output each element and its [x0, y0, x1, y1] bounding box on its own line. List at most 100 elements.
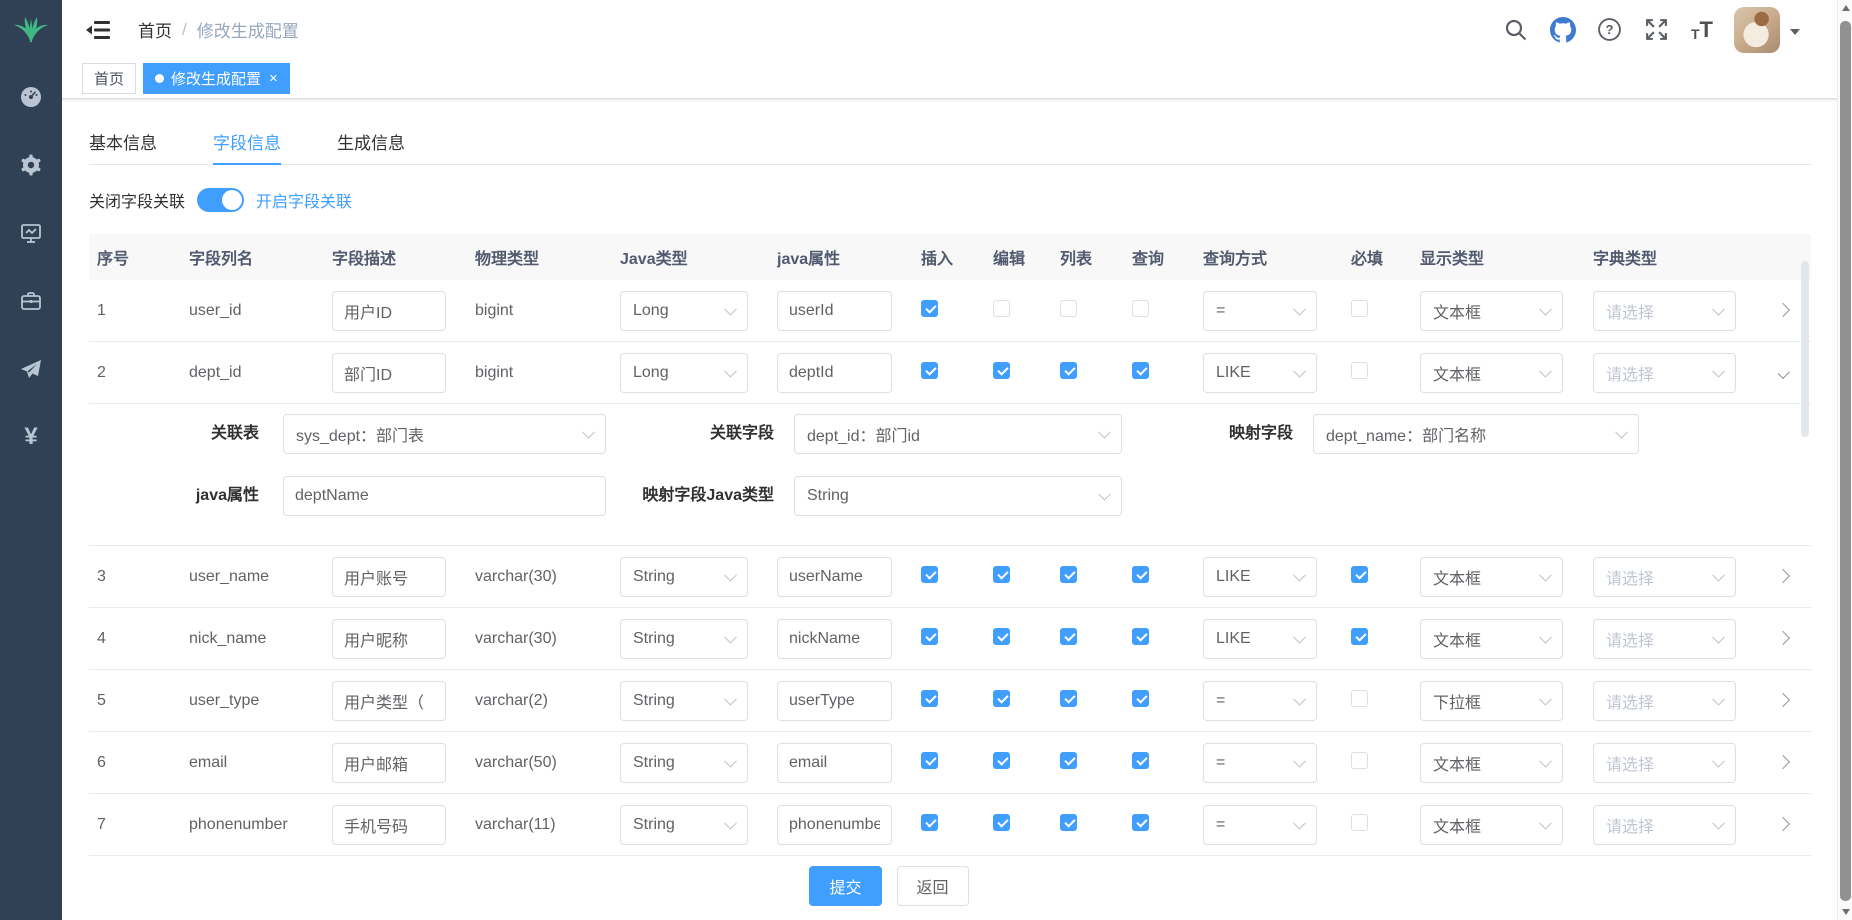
expand-icon[interactable] [1778, 364, 1790, 378]
expand-icon[interactable] [1778, 754, 1790, 768]
scrollbar-thumb[interactable] [1840, 21, 1851, 901]
query-type-select[interactable]: = [1203, 743, 1317, 783]
edit-checkbox[interactable] [993, 814, 1010, 831]
java-field-input[interactable] [777, 805, 892, 845]
java-field-input[interactable] [777, 291, 892, 331]
html-type-select[interactable]: 文本框 [1420, 353, 1563, 393]
sidebar-item-job[interactable] [18, 357, 44, 381]
field-desc-input[interactable] [332, 743, 446, 783]
required-checkbox[interactable] [1351, 690, 1368, 707]
html-type-select[interactable]: 文本框 [1420, 743, 1563, 783]
java-field-input[interactable] [777, 557, 892, 597]
expand-icon[interactable] [1778, 568, 1790, 582]
edit-checkbox[interactable] [993, 752, 1010, 769]
field-desc-input[interactable] [332, 557, 446, 597]
html-type-select[interactable]: 文本框 [1420, 805, 1563, 845]
window-scrollbar[interactable] [1837, 0, 1852, 920]
required-checkbox[interactable] [1351, 566, 1368, 583]
java-type-select[interactable]: String [620, 805, 748, 845]
list-checkbox[interactable] [1060, 300, 1077, 317]
list-checkbox[interactable] [1060, 814, 1077, 831]
query-type-select[interactable]: = [1203, 681, 1317, 721]
insert-checkbox[interactable] [921, 814, 938, 831]
insert-checkbox[interactable] [921, 628, 938, 645]
query-type-select[interactable]: LIKE [1203, 619, 1317, 659]
html-type-select[interactable]: 文本框 [1420, 291, 1563, 331]
java-field-input[interactable] [777, 353, 892, 393]
query-checkbox[interactable] [1132, 752, 1149, 769]
required-checkbox[interactable] [1351, 628, 1368, 645]
field-desc-input[interactable] [332, 681, 446, 721]
field-desc-input[interactable] [332, 353, 446, 393]
sidebar-item-monitor[interactable] [18, 221, 44, 245]
sidebar-item-tool[interactable] [18, 289, 44, 313]
java-type-select[interactable]: String [620, 557, 748, 597]
edit-checkbox[interactable] [993, 362, 1010, 379]
edit-checkbox[interactable] [993, 566, 1010, 583]
map-java-type-select[interactable]: String [794, 476, 1122, 516]
field-desc-input[interactable] [332, 291, 446, 331]
sidebar-item-pay[interactable]: ¥ [18, 425, 44, 449]
dict-type-select[interactable]: 请选择 [1593, 291, 1736, 331]
expand-icon[interactable] [1778, 630, 1790, 644]
avatar[interactable] [1734, 7, 1780, 53]
dict-type-select[interactable]: 请选择 [1593, 743, 1736, 783]
breadcrumb-home[interactable]: 首页 [138, 17, 172, 42]
query-checkbox[interactable] [1132, 362, 1149, 379]
dict-type-select[interactable]: 请选择 [1593, 805, 1736, 845]
query-type-select[interactable]: LIKE [1203, 557, 1317, 597]
java-type-select[interactable]: Long [620, 291, 748, 331]
table-scrollbar-thumb[interactable] [1801, 261, 1809, 437]
tag-active[interactable]: 修改生成配置× [143, 63, 290, 94]
java-field-input[interactable] [777, 743, 892, 783]
insert-checkbox[interactable] [921, 566, 938, 583]
sidebar-fold-button[interactable] [86, 19, 112, 41]
assoc-field-select[interactable]: dept_id：部门id [794, 414, 1122, 454]
query-checkbox[interactable] [1132, 690, 1149, 707]
search-button[interactable] [1503, 17, 1529, 43]
java-field-input[interactable] [777, 681, 892, 721]
map-field-select[interactable]: dept_name：部门名称 [1313, 414, 1639, 454]
query-type-select[interactable]: = [1203, 291, 1317, 331]
sidebar-item-dashboard[interactable] [18, 85, 44, 109]
user-menu[interactable] [1734, 7, 1800, 53]
required-checkbox[interactable] [1351, 300, 1368, 317]
expand-icon[interactable] [1778, 692, 1790, 706]
java-field-input[interactable] [777, 619, 892, 659]
required-checkbox[interactable] [1351, 752, 1368, 769]
required-checkbox[interactable] [1351, 362, 1368, 379]
edit-checkbox[interactable] [993, 628, 1010, 645]
list-checkbox[interactable] [1060, 690, 1077, 707]
html-type-select[interactable]: 下拉框 [1420, 681, 1563, 721]
app-logo[interactable] [0, 0, 62, 59]
scrollbar-up-arrow[interactable] [1838, 0, 1852, 16]
list-checkbox[interactable] [1060, 566, 1077, 583]
sidebar-item-system[interactable] [18, 153, 44, 177]
dict-type-select[interactable]: 请选择 [1593, 557, 1736, 597]
tag-close-icon[interactable]: × [269, 70, 278, 87]
help-button[interactable]: ? [1597, 17, 1623, 43]
tag-item[interactable]: 首页 [82, 63, 136, 94]
query-checkbox[interactable] [1132, 566, 1149, 583]
html-type-select[interactable]: 文本框 [1420, 619, 1563, 659]
insert-checkbox[interactable] [921, 690, 938, 707]
field-desc-input[interactable] [332, 619, 446, 659]
edit-checkbox[interactable] [993, 300, 1010, 317]
field-desc-input[interactable] [332, 805, 446, 845]
field-association-toggle[interactable] [197, 188, 244, 212]
dict-type-select[interactable]: 请选择 [1593, 619, 1736, 659]
font-size-button[interactable]: TT [1691, 19, 1713, 41]
html-type-select[interactable]: 文本框 [1420, 557, 1563, 597]
dict-type-select[interactable]: 请选择 [1593, 681, 1736, 721]
insert-checkbox[interactable] [921, 300, 938, 317]
query-type-select[interactable]: = [1203, 805, 1317, 845]
dict-type-select[interactable]: 请选择 [1593, 353, 1736, 393]
list-checkbox[interactable] [1060, 752, 1077, 769]
query-checkbox[interactable] [1132, 814, 1149, 831]
scrollbar-down-arrow[interactable] [1838, 904, 1852, 920]
github-link[interactable] [1550, 17, 1576, 43]
java-type-select[interactable]: Long [620, 353, 748, 393]
expand-icon[interactable] [1778, 816, 1790, 830]
query-type-select[interactable]: LIKE [1203, 353, 1317, 393]
java-type-select[interactable]: String [620, 619, 748, 659]
